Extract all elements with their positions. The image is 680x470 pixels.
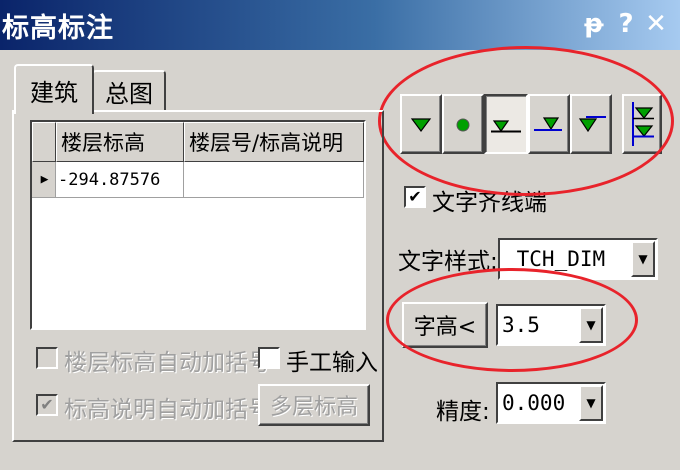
column-header-floor-elevation[interactable]: 楼层标高 xyxy=(56,122,184,162)
check-icon: ✔ xyxy=(408,187,422,206)
close-icon[interactable]: ✕ xyxy=(642,8,670,40)
elevation-table[interactable]: 楼层标高 楼层号/标高说明 ▶ -294.87576 xyxy=(30,120,366,330)
text-height-value: 3.5 xyxy=(502,313,540,337)
tab-general-plan[interactable]: 总图 xyxy=(92,70,166,112)
tab-label: 建筑 xyxy=(30,78,78,107)
dialog-window: 标高标注 ᵽ ? ✕ 建筑 总图 楼层标高 楼层号/标高说明 ▶ -294.87… xyxy=(0,0,680,470)
text-align-label: 文字齐线端 xyxy=(432,190,547,216)
text-style-value: _TCH_DIM xyxy=(504,247,606,271)
triangle-underline-icon xyxy=(491,120,521,133)
chevron-down-icon[interactable]: ▼ xyxy=(579,307,603,343)
window-title: 标高标注 xyxy=(2,13,114,44)
text-height-pick-button[interactable]: 字高< xyxy=(402,302,488,348)
chevron-down-icon[interactable]: ▼ xyxy=(631,241,655,277)
stacked-triangles-icon xyxy=(632,102,654,146)
text-style-select[interactable]: _TCH_DIM ▼ xyxy=(498,238,658,280)
style-stacked-triangles-button[interactable] xyxy=(622,94,662,154)
precision-label: 精度: xyxy=(436,399,490,425)
triangle-overline-icon xyxy=(578,116,606,133)
row-header-corner xyxy=(32,122,56,162)
dot-icon xyxy=(456,118,470,132)
tab-architecture[interactable]: 建筑 xyxy=(14,64,94,114)
row-selector-icon[interactable]: ▶ xyxy=(32,162,56,198)
style-triangle-underline-button[interactable] xyxy=(484,94,528,154)
precision-value: 0.000 xyxy=(502,391,566,415)
filled-triangle-icon xyxy=(410,118,432,132)
help-icon[interactable]: ? xyxy=(612,8,640,40)
precision-select[interactable]: 0.000 ▼ xyxy=(496,382,606,424)
table-cell-elevation[interactable]: -294.87576 xyxy=(56,162,184,198)
tab-label: 总图 xyxy=(105,79,153,108)
text-align-checkbox[interactable]: ✔ xyxy=(404,186,426,208)
style-filled-triangle-button[interactable] xyxy=(400,94,442,154)
text-height-select[interactable]: 3.5 ▼ xyxy=(496,304,606,346)
outline-triangle-icon xyxy=(534,117,562,131)
style-outline-triangle-button[interactable] xyxy=(528,94,570,154)
column-header-floor-number[interactable]: 楼层号/标高说明 xyxy=(184,122,364,162)
pin-icon[interactable]: ᵽ xyxy=(580,8,608,40)
text-style-label: 文字样式: xyxy=(398,249,498,275)
style-triangle-overline-button[interactable] xyxy=(570,94,612,154)
title-bar[interactable]: 标高标注 ᵽ ? ✕ xyxy=(0,0,680,50)
table-cell-description[interactable] xyxy=(184,162,364,198)
style-dot-button[interactable] xyxy=(442,94,484,154)
chevron-down-icon[interactable]: ▼ xyxy=(579,385,603,421)
